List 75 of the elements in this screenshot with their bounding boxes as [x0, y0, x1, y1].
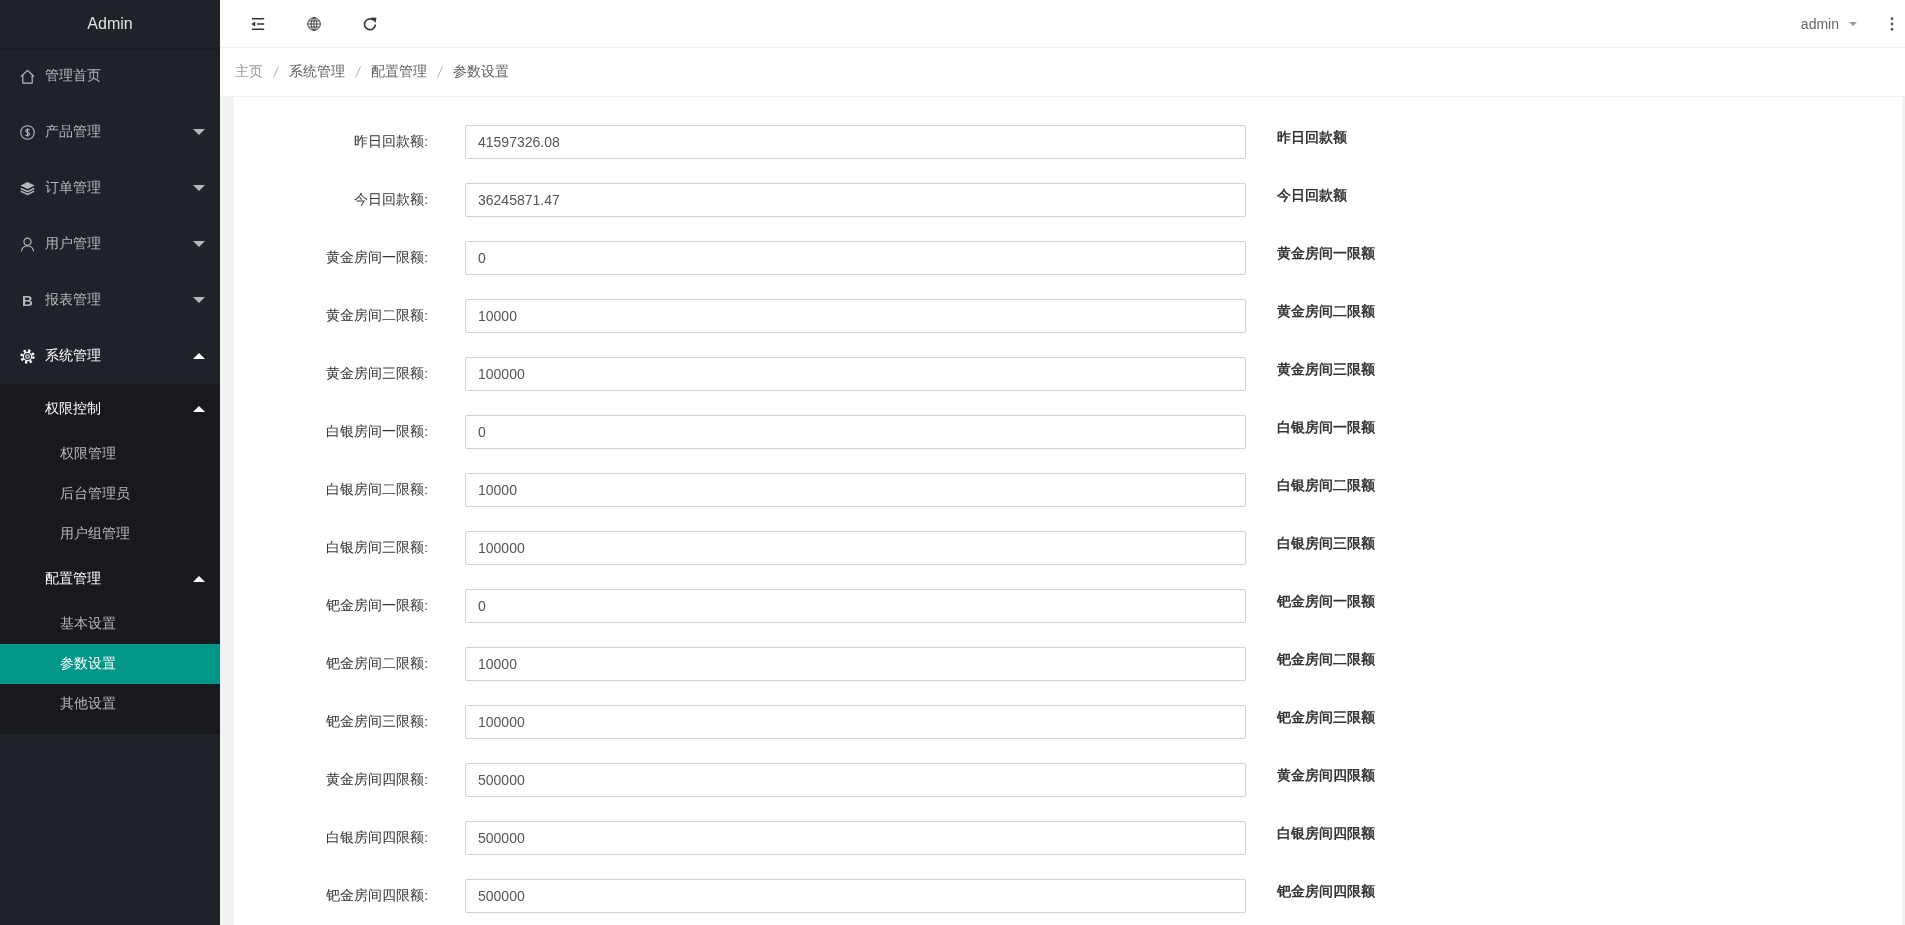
field-label: 黄金房间二限额:	[325, 307, 428, 325]
input-field[interactable]: 500000	[465, 879, 1246, 913]
field-hint: 昨日回款额	[1277, 129, 1347, 147]
input-field[interactable]: 500000	[465, 763, 1246, 797]
menu-item[interactable]: 产品管理	[0, 104, 220, 160]
field-hint: 白银房间二限额	[1277, 477, 1375, 495]
menu-item[interactable]: 系统管理	[0, 328, 220, 384]
gear-icon	[20, 348, 35, 364]
field-label: 钯金房间二限额:	[325, 655, 428, 673]
field-label: 今日回款额:	[353, 191, 428, 209]
globe-icon[interactable]	[307, 16, 321, 31]
field-label: 白银房间四限额:	[325, 829, 428, 847]
field-hint: 钯金房间四限额	[1277, 883, 1375, 901]
input-field[interactable]: 36245871.47	[465, 183, 1246, 217]
field-hint: 钯金房间二限额	[1277, 651, 1375, 669]
submenu-item[interactable]: 配置管理	[0, 554, 220, 604]
field-hint: 钯金房间一限额	[1277, 593, 1375, 611]
submenu-item[interactable]: 基本设置	[0, 604, 220, 644]
menu-item[interactable]: 用户管理	[0, 216, 220, 272]
input-field[interactable]: 100000	[465, 531, 1246, 565]
breadcrumb-item: 系统管理	[289, 63, 345, 81]
field-label: 黄金房间四限额:	[325, 771, 428, 789]
input-field[interactable]: 0	[465, 415, 1246, 449]
field-label: 白银房间三限额:	[325, 539, 428, 557]
dollar-circle-icon	[20, 124, 35, 140]
user-menu[interactable]: admin	[1800, 15, 1857, 32]
field-label: 白银房间二限额:	[325, 481, 428, 499]
field-label: 黄金房间三限额:	[325, 365, 428, 383]
menu-item[interactable]: B 报表管理	[0, 272, 220, 328]
slash-separator-icon	[437, 66, 443, 78]
input-field[interactable]: 500000	[465, 821, 1246, 855]
field-label: 钯金房间四限额:	[325, 887, 428, 905]
input-field[interactable]: 100000	[465, 705, 1246, 739]
home-icon	[20, 68, 35, 84]
field-hint: 白银房间四限额	[1277, 825, 1375, 843]
input-field[interactable]: 10000	[465, 473, 1246, 507]
input-field[interactable]: 100000	[465, 357, 1246, 391]
refresh-icon[interactable]	[363, 16, 377, 31]
input-field[interactable]: 0	[465, 241, 1246, 275]
app-title: Admin	[0, 0, 220, 48]
more-icon[interactable]	[1890, 16, 1894, 31]
outdent-icon[interactable]	[251, 16, 265, 31]
slash-separator-icon	[273, 66, 279, 78]
submenu-item[interactable]: 权限管理	[0, 434, 220, 474]
input-field[interactable]: 10000	[465, 647, 1246, 681]
letter-icon: B	[20, 292, 35, 308]
input-field[interactable]: 41597326.08	[465, 125, 1246, 159]
field-hint: 黄金房间四限额	[1277, 767, 1375, 785]
menu-item[interactable]: 管理首页	[0, 48, 220, 104]
input-field[interactable]: 0	[465, 589, 1246, 623]
field-hint: 钯金房间三限额	[1277, 709, 1375, 727]
field-hint: 今日回款额	[1277, 187, 1347, 205]
field-hint: 黄金房间二限额	[1277, 303, 1375, 321]
submenu-item[interactable]: 后台管理员	[0, 474, 220, 514]
breadcrumb-item: 配置管理	[371, 63, 427, 81]
input-field[interactable]: 10000	[465, 299, 1246, 333]
layers-icon	[20, 180, 35, 196]
field-label: 白银房间一限额:	[325, 423, 428, 441]
caret-icon	[1849, 21, 1857, 26]
menu-item[interactable]: 订单管理	[0, 160, 220, 216]
submenu-item[interactable]: 权限控制	[0, 384, 220, 434]
field-hint: 黄金房间一限额	[1277, 245, 1375, 263]
field-label: 钯金房间三限额:	[325, 713, 428, 731]
slash-separator-icon	[355, 66, 361, 78]
field-hint: 白银房间三限额	[1277, 535, 1375, 553]
submenu-item[interactable]: 参数设置	[0, 644, 220, 684]
field-label: 昨日回款额:	[353, 133, 428, 151]
field-label: 钯金房间一限额:	[325, 597, 428, 615]
field-label: 黄金房间一限额:	[325, 249, 428, 267]
breadcrumb-item: 参数设置	[453, 63, 509, 81]
field-hint: 白银房间一限额	[1277, 419, 1375, 437]
submenu-item[interactable]: 其他设置	[0, 684, 220, 724]
user-icon	[20, 236, 35, 252]
submenu-item[interactable]: 用户组管理	[0, 514, 220, 554]
field-hint: 黄金房间三限额	[1277, 361, 1375, 379]
